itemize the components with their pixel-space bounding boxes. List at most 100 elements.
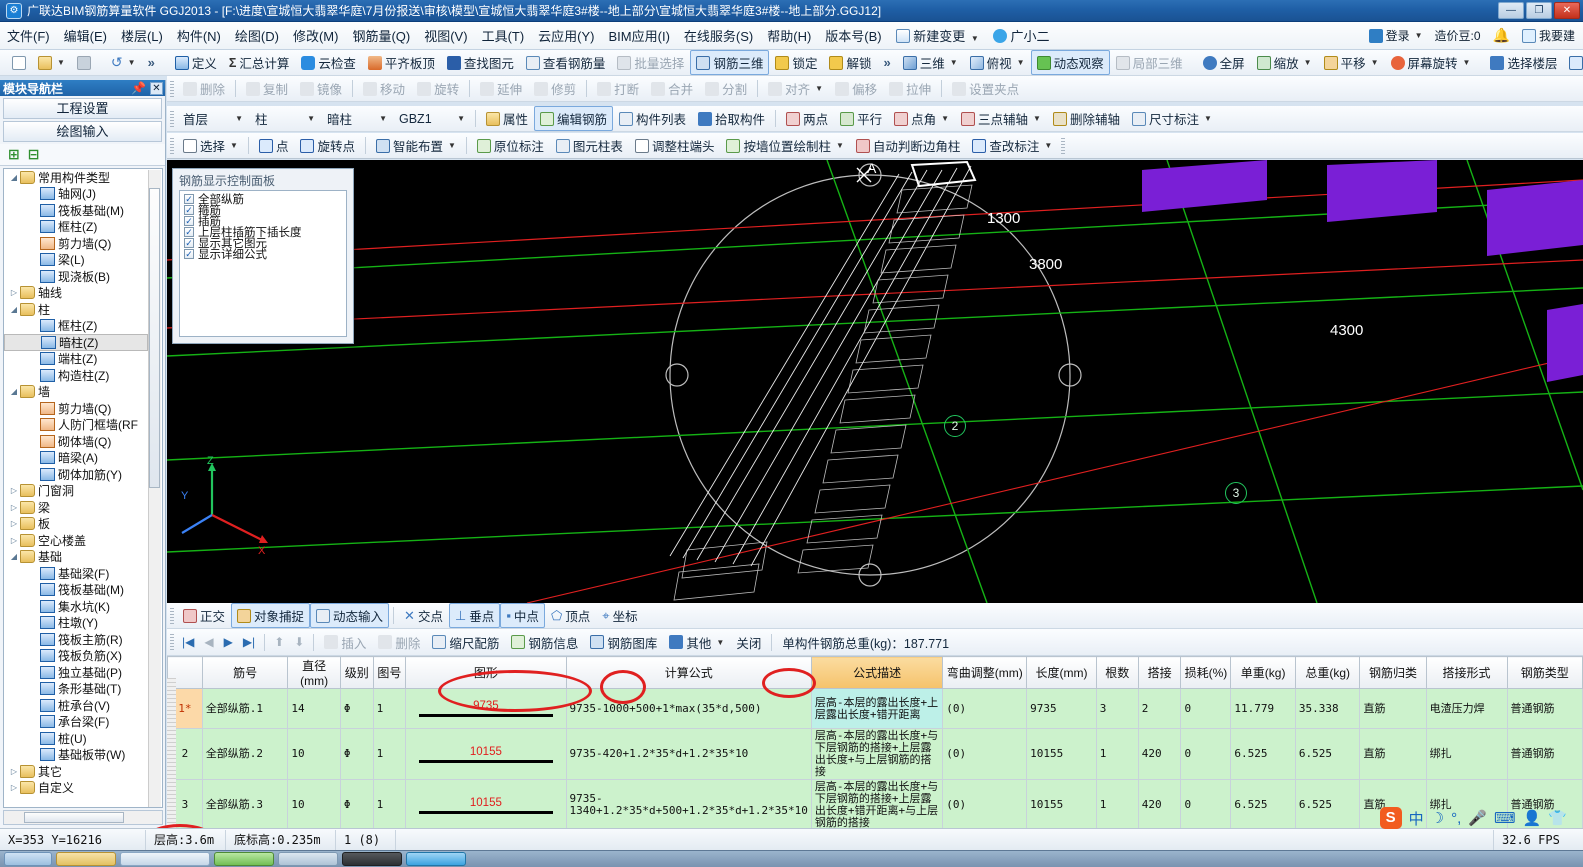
expand-arrow-icon[interactable]: ▷ <box>8 536 20 545</box>
toolbar-fullscreen-button[interactable]: 全屏 <box>1197 50 1251 75</box>
column-header-total_weight[interactable]: 总重(kg) <box>1294 656 1361 689</box>
menu-item-help[interactable]: 帮助(H) <box>760 23 818 48</box>
snap-dynamic-input-button[interactable]: 动态输入 <box>310 603 390 628</box>
toolbar-define-button[interactable]: 定义 <box>169 50 223 75</box>
rebar-info-button[interactable]: 钢筋信息 <box>505 630 584 655</box>
scale-rebar-button[interactable]: 缩尺配筋 <box>426 630 505 655</box>
toolbar-select-floor-button[interactable]: 选择楼层 <box>1484 50 1563 75</box>
expand-arrow-icon[interactable]: ▷ <box>8 519 20 528</box>
tree-horizontal-scrollbar[interactable] <box>3 810 163 825</box>
column-header-count[interactable]: 根数 <box>1095 656 1139 689</box>
toolbar-partial-3d-button[interactable]: 局部三维 <box>1110 50 1189 75</box>
cell-rebar_class[interactable]: 直筋 <box>1359 688 1427 729</box>
cell-loss[interactable]: 0 <box>1180 688 1232 729</box>
taskbar-item[interactable] <box>4 852 52 866</box>
menu-item-version[interactable]: 版本号(B) <box>818 23 888 48</box>
snapbar-grip[interactable] <box>170 607 174 624</box>
checkbox-icon[interactable]: ✓ <box>184 215 194 226</box>
tree-item-7[interactable]: ▷ 轴线 <box>4 285 148 302</box>
collapse-arrow-icon[interactable]: ◢ <box>8 173 20 182</box>
toolbar-extend-button[interactable]: 延伸 <box>474 76 528 101</box>
tree-item-16[interactable]: 砌体墙(Q) <box>4 433 148 450</box>
tree-item-37[interactable]: ▷ 自定义 <box>4 780 148 797</box>
cell-formula[interactable]: 9735-1000+500+1*max(35*d,500) <box>565 688 812 729</box>
snap-ortho-button[interactable]: 正交 <box>177 603 231 628</box>
save-file-button[interactable] <box>71 53 97 73</box>
checkbox-icon[interactable]: ✓ <box>184 237 194 248</box>
tree-item-23[interactable]: ◢ 基础 <box>4 549 148 566</box>
point-tool-button[interactable]: 点 <box>253 133 295 158</box>
tree-item-35[interactable]: 基础板带(W) <box>4 747 148 764</box>
tree-item-2[interactable]: 筏板基础(M) <box>4 202 148 219</box>
expand-arrow-icon[interactable]: ▷ <box>8 486 20 495</box>
table-row[interactable]: 3 全部纵筋.3 10 Φ 1 10155 9735-1340+1.2*35*d+500+1… <box>167 779 1583 828</box>
column-header-lap[interactable]: 搭接 <box>1137 656 1182 689</box>
select-tool-button[interactable]: 选择 ▼ <box>177 133 244 158</box>
menu-item-file[interactable]: 文件(F) <box>0 23 57 48</box>
ime-keyboard-icon[interactable]: ⌨ <box>1494 809 1516 827</box>
toolbar-line-button[interactable]: 线 <box>1563 50 1583 75</box>
snap-intersection-button[interactable]: ✕ 交点 <box>398 603 449 628</box>
coin-balance[interactable]: 造价豆:0 <box>1431 25 1485 46</box>
checkbox-icon[interactable]: ✓ <box>184 204 194 215</box>
cell-description[interactable]: 层高-本层的露出长度+与下层钢筋的搭接+上层露出长度+错开距离+与上层钢筋的搭接 <box>810 779 944 828</box>
rebar-option-show-detailed-formula[interactable]: ✓ 显示详细公式 <box>180 248 346 261</box>
insert-row-button[interactable]: 插入 <box>318 630 372 655</box>
ime-user-icon[interactable]: 👤 <box>1523 809 1542 827</box>
tree-item-33[interactable]: 承台梁(F) <box>4 714 148 731</box>
expand-arrow-icon[interactable]: ▷ <box>8 767 20 776</box>
restore-button[interactable]: ❐ <box>1526 2 1552 19</box>
menu-item-rebar-qty[interactable]: 钢筋量(Q) <box>345 23 417 48</box>
tree-item-36[interactable]: ▷ 其它 <box>4 763 148 780</box>
toolbar-top-view-button[interactable]: 俯视 ▼ <box>964 50 1031 75</box>
tree-item-21[interactable]: ▷ 板 <box>4 516 148 533</box>
cell-shape[interactable]: 9735 <box>405 688 567 729</box>
three-point-axis-button[interactable]: 三点辅轴 ▼ <box>955 106 1047 131</box>
toolbar-align-button[interactable]: 对齐 ▼ <box>762 76 829 101</box>
cell-formula[interactable]: 9735-1340+1.2*35*d+500+1.2*35*d+1.2*35*1… <box>565 779 812 828</box>
pin-icon[interactable]: 📌 <box>131 81 146 95</box>
toolbar-delete-button[interactable]: 删除 <box>177 76 231 101</box>
taskbar-item[interactable] <box>56 852 116 866</box>
cell-grade[interactable]: Φ <box>339 688 374 729</box>
toolbar-pan-button[interactable]: 平移 ▼ <box>1318 50 1385 75</box>
cell-count[interactable]: 1 <box>1095 728 1139 780</box>
feedback-button[interactable]: 我要建 <box>1518 25 1579 46</box>
tree-item-29[interactable]: 筏板负筋(X) <box>4 648 148 665</box>
rebar-toolbar-grip[interactable] <box>170 634 174 650</box>
next-record-button[interactable]: ▶ <box>219 635 238 649</box>
parallel-button[interactable]: 平行 <box>834 106 888 131</box>
toolbar-split-button[interactable]: 分割 <box>699 76 753 101</box>
tree-item-10[interactable]: 暗柱(Z) <box>4 334 148 351</box>
tree-item-19[interactable]: ▷ 门窗洞 <box>4 483 148 500</box>
collapse-all-icon[interactable]: ⊟ <box>28 146 40 163</box>
tree-scroll-thumb[interactable] <box>149 188 160 488</box>
toolbar-rebar-3d-button[interactable]: 钢筋三维 <box>690 50 770 75</box>
tree-item-6[interactable]: 现浇板(B) <box>4 268 148 285</box>
column-header-shape_no[interactable]: 图号 <box>372 656 407 689</box>
ime-moon-icon[interactable]: ☽ <box>1431 809 1444 827</box>
tree-item-20[interactable]: ▷ 梁 <box>4 499 148 516</box>
toolbar-trim-button[interactable]: 修剪 <box>528 76 582 101</box>
tree-item-14[interactable]: 剪力墙(Q) <box>4 400 148 417</box>
snap-vertex-button[interactable]: ⬠ 顶点 <box>545 603 596 628</box>
tree-item-26[interactable]: 集水坑(K) <box>4 598 148 615</box>
snap-object-snap-button[interactable]: 对象捕捉 <box>231 603 311 628</box>
checkbox-icon[interactable]: ✓ <box>184 193 194 204</box>
toolbar-rotate-button[interactable]: 旋转 <box>411 76 465 101</box>
toolbar-batch-select-button[interactable]: 批量选择 <box>611 50 690 75</box>
cell-lap[interactable]: 2 <box>1137 688 1182 729</box>
toolbar-lock-button[interactable]: 锁定 <box>769 50 823 75</box>
rebar-data-grid[interactable]: 筋号 直径(mm) 级别 图号 图形 计算公式 公式描述 弯曲调整(mm) 长度(mm) 根数 搭接… <box>167 656 1583 828</box>
sogou-logo-icon[interactable]: S <box>1379 807 1402 829</box>
cell-count[interactable]: 3 <box>1095 688 1139 729</box>
cell-diameter[interactable]: 10 <box>287 779 341 828</box>
cell-rebar_type[interactable]: 普通钢筋 <box>1506 688 1583 729</box>
tree-item-5[interactable]: 梁(L) <box>4 252 148 269</box>
tree-item-0[interactable]: ◢ 常用构件类型 <box>4 169 148 186</box>
toolbar-orbit-button[interactable]: 动态观察 <box>1030 50 1110 75</box>
cell-bar_no[interactable]: 全部纵筋.3 <box>201 779 289 828</box>
prev-record-button[interactable]: ◀ <box>199 635 218 649</box>
expand-arrow-icon[interactable]: ▷ <box>8 503 20 512</box>
rotate-point-button[interactable]: 旋转点 <box>294 133 361 158</box>
